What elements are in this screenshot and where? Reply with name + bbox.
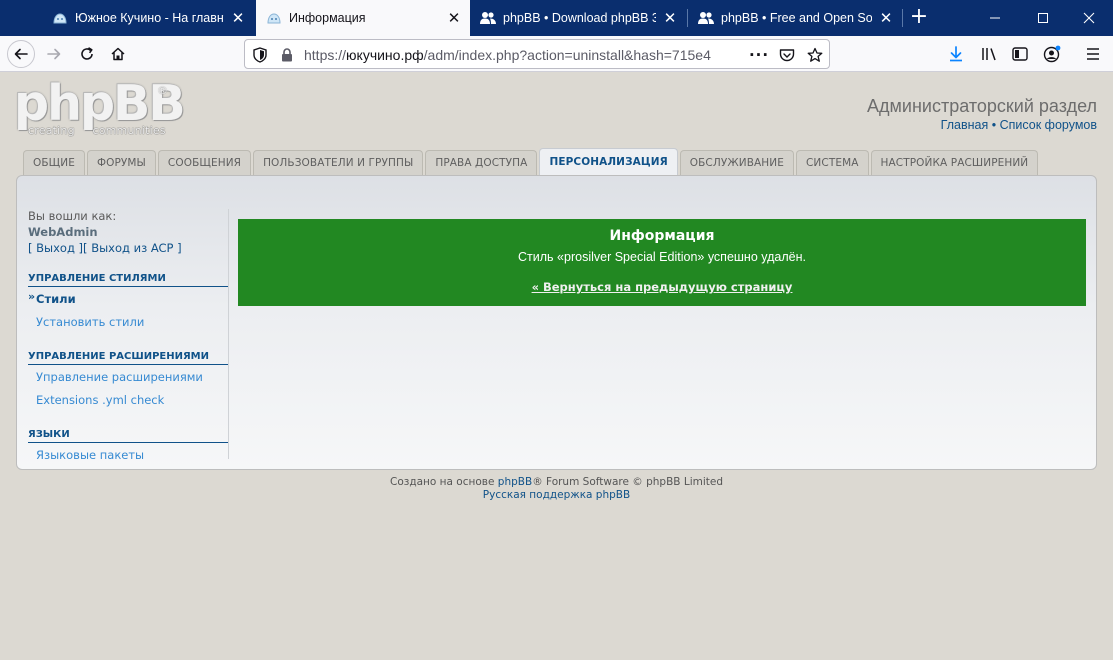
url-scheme: https:// [304, 47, 347, 63]
site-favicon-icon [52, 10, 68, 26]
pocket-icon[interactable] [778, 46, 796, 64]
menu-item-language-packs[interactable]: Языковые пакеты [28, 443, 228, 466]
tab-extensions[interactable]: Настройка расширений [870, 150, 1039, 175]
logo-tagline: creating communities [28, 124, 166, 137]
browser-tab-1[interactable]: Южное Кучино - На главную ✕ [42, 0, 254, 36]
reload-icon [81, 47, 93, 60]
tab-permissions[interactable]: Права доступа [425, 150, 538, 175]
message-title: Информация [609, 228, 715, 244]
menu-section-extensions: Управление расширениями [28, 351, 228, 365]
page-footer: Создано на основе phpBB® Forum Software … [0, 476, 1113, 502]
home-link[interactable]: Главная [941, 118, 989, 132]
users-icon [480, 10, 496, 26]
menu-icon[interactable] [1083, 44, 1103, 64]
logged-in-label: Вы вошли как: [28, 209, 117, 223]
url-host: юкучино.рф [346, 47, 424, 63]
link-separator: • [991, 118, 997, 132]
tab-separator [902, 9, 903, 27]
phpbb-logo[interactable]: phpBB ® creating communities [14, 79, 186, 140]
close-icon[interactable]: ✕ [662, 9, 678, 27]
back-to-previous-link[interactable]: « Вернуться на предыдущую страницу [532, 280, 793, 294]
menu-item-install-styles[interactable]: Установить стили [28, 310, 228, 333]
maximize-button[interactable] [1019, 0, 1067, 36]
browser-nav-bar: https://юкучино.рф/adm/index.php?action=… [0, 36, 1113, 72]
lock-icon[interactable] [278, 46, 296, 64]
acp-tabs: Общие Форумы Сообщения Пользователи и гр… [23, 148, 1040, 175]
window-close-button[interactable] [1065, 0, 1113, 36]
footer-phpbb-link[interactable]: phpBB [498, 476, 532, 488]
logout-links[interactable]: [ Выход ][ Выход из ACP ] [28, 241, 228, 255]
browser-tab-4[interactable]: phpBB • Free and Open Source ✕ [688, 0, 902, 36]
menu-item-yml-check[interactable]: Extensions .yml check [28, 388, 228, 411]
account-icon[interactable] [1042, 44, 1062, 64]
footer-copyright: Создано на основе phpBB® Forum Software … [0, 476, 1113, 489]
tab-general[interactable]: Общие [23, 150, 85, 175]
sidebar-icon[interactable] [1010, 44, 1030, 64]
users-icon [698, 10, 714, 26]
close-icon[interactable]: ✕ [446, 9, 462, 27]
menu-section-languages: Языки [28, 429, 228, 443]
tab-system[interactable]: Система [796, 150, 869, 175]
tab-title: phpBB • Free and Open Source [721, 11, 872, 25]
tab-title: Информация [289, 11, 366, 25]
menu-item-manage-extensions[interactable]: Управление расширениями [28, 365, 228, 388]
menu-item-styles[interactable]: Стили [28, 287, 228, 310]
tab-customise[interactable]: Персонализация [539, 148, 678, 175]
more-actions-icon[interactable]: ··· [749, 46, 768, 64]
close-icon[interactable]: ✕ [230, 9, 246, 27]
url-path: /adm/index.php?action=uninstall&hash=715… [423, 47, 711, 63]
shield-icon[interactable] [251, 46, 269, 64]
browser-tab-2[interactable]: Информация ✕ [256, 0, 470, 36]
address-bar[interactable]: https://юкучино.рф/adm/index.php?action=… [244, 39, 830, 69]
footer-russian-support-link[interactable]: Русская поддержка phpBB [0, 489, 1113, 502]
new-tab-button[interactable]: + [906, 4, 932, 32]
forum-index-link[interactable]: Список форумов [1000, 118, 1097, 132]
download-icon[interactable] [946, 44, 966, 64]
bookmark-star-icon[interactable] [806, 46, 824, 64]
home-icon [111, 47, 125, 61]
tab-maintenance[interactable]: Обслуживание [679, 150, 794, 175]
page-title: Администраторский раздел [867, 96, 1097, 116]
site-favicon-icon [266, 10, 282, 26]
tab-forums[interactable]: Форумы [86, 150, 156, 175]
browser-tab-3[interactable]: phpBB • Download phpBB 3.3 ✕ [470, 0, 686, 36]
forward-button[interactable] [40, 40, 68, 68]
reload-button[interactable] [73, 40, 101, 68]
success-message-box: Информация Стиль «prosilver Special Edit… [238, 219, 1086, 306]
browser-tab-bar: Южное Кучино - На главную ✕ Информация ✕… [0, 0, 1113, 36]
minimize-button[interactable] [971, 0, 1019, 36]
tab-users-groups[interactable]: Пользователи и группы [253, 150, 424, 175]
acp-panel: Вы вошли как: WebAdmin [ Выход ][ Выход … [16, 175, 1097, 470]
logo-registered-mark: ® [157, 84, 168, 97]
footer-suffix: ® Forum Software © phpBB Limited [532, 476, 723, 488]
footer-prefix: Создано на основе [390, 476, 498, 488]
header-links: Главная • Список форумов [941, 118, 1097, 132]
arrow-left-icon [14, 48, 28, 60]
page-content: phpBB ® creating communities Администрат… [0, 72, 1113, 660]
url-text[interactable]: https://юкучино.рф/adm/index.php?action=… [304, 47, 724, 63]
home-button[interactable] [104, 40, 132, 68]
back-button[interactable] [7, 40, 35, 68]
library-icon[interactable] [980, 44, 1000, 64]
arrow-right-icon [47, 48, 61, 60]
menu-section-styles: Управление стилями [28, 273, 228, 287]
tab-posting[interactable]: Сообщения [157, 150, 252, 175]
close-icon[interactable]: ✕ [878, 9, 894, 27]
message-text: Стиль «prosilver Special Edition» успешн… [518, 250, 806, 264]
tab-title: phpBB • Download phpBB 3.3 [503, 11, 656, 25]
acp-sidebar-menu: Вы вошли как: WebAdmin [ Выход ][ Выход … [28, 209, 229, 462]
tab-title: Южное Кучино - На главную [75, 11, 224, 25]
username[interactable]: WebAdmin [28, 225, 228, 239]
